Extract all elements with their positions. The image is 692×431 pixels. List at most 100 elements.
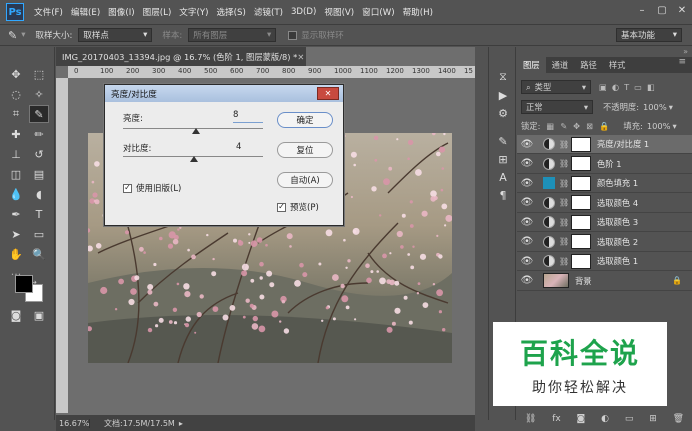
fill-value[interactable]: 100% (647, 121, 671, 131)
eyedropper-tool-icon[interactable]: ✎ (29, 105, 49, 123)
menu-layer[interactable]: 图层(L) (143, 6, 172, 18)
quick-mask-icon[interactable]: ◙ (6, 306, 26, 324)
contrast-slider-thumb[interactable] (190, 156, 199, 162)
mask-link-icon[interactable]: ⛓ (559, 218, 569, 227)
tool-preset-arrow-icon[interactable]: ▾ (21, 30, 25, 40)
document-tab[interactable]: IMG_20170403_13394.jpg @ 16.7% (色阶 1, 图层… (56, 47, 306, 66)
new-adjustment-icon[interactable]: ◐ (601, 414, 609, 424)
layer-mask-thumbnail[interactable] (571, 253, 591, 269)
menu-edit[interactable]: 编辑(E) (71, 6, 100, 18)
layer-mask-thumbnail[interactable] (571, 234, 591, 249)
reset-button[interactable]: 复位 (277, 142, 333, 158)
mask-link-icon[interactable]: ⛓ (559, 179, 569, 188)
link-layers-icon[interactable]: ⛓ (525, 414, 536, 424)
preview-checkbox[interactable]: ✓ 预览(P) (277, 201, 319, 213)
menu-help[interactable]: 帮助(H) (403, 6, 433, 18)
layer-row[interactable]: 👁 ⛓ 选取颜色 1 (517, 252, 692, 271)
panel-menu-icon[interactable]: ≡ (678, 57, 686, 73)
crop-tool-icon[interactable]: ⌗ (6, 105, 26, 123)
hand-tool-icon[interactable]: ✋ (6, 245, 26, 263)
new-layer-icon[interactable]: ⊞ (649, 414, 657, 424)
workspace-select[interactable]: 基本功能 ▾ (616, 28, 682, 42)
layer-mask-thumbnail[interactable] (571, 156, 591, 171)
dodge-tool-icon[interactable]: ◖ (29, 185, 49, 203)
character-panel-icon[interactable]: A (494, 169, 512, 185)
quick-select-tool-icon[interactable]: ✧ (29, 85, 49, 103)
blur-tool-icon[interactable]: 💧 (6, 185, 26, 203)
document-info[interactable]: 文档:17.5M/17.5M (104, 418, 175, 429)
layer-mask-thumbnail[interactable] (571, 175, 591, 191)
mask-link-icon[interactable]: ⛓ (559, 237, 569, 246)
menu-window[interactable]: 窗口(W) (362, 6, 394, 18)
layer-row[interactable]: 👁 ⛓ 颜色填充 1 (517, 174, 692, 193)
eyedropper-tool-icon[interactable]: ✎ (8, 29, 17, 42)
ok-button[interactable]: 确定 (277, 112, 333, 128)
menu-file[interactable]: 文件(F) (34, 6, 63, 18)
marquee-tool-icon[interactable]: ⬚ (29, 65, 49, 83)
show-ring-checkbox[interactable] (288, 30, 298, 40)
layer-mask-thumbnail[interactable] (571, 195, 591, 210)
clone-source-panel-icon[interactable]: ⊞ (494, 151, 512, 167)
contrast-value[interactable]: 4 (236, 142, 241, 152)
layer-row[interactable]: 👁 背景 🔒 (517, 272, 692, 291)
opacity-arrow-icon[interactable]: ▾ (669, 102, 673, 112)
eraser-tool-icon[interactable]: ◫ (6, 165, 26, 183)
add-mask-icon[interactable]: ◙ (577, 414, 586, 424)
menu-view[interactable]: 视图(V) (324, 6, 354, 18)
brightness-slider-thumb[interactable] (191, 128, 200, 134)
dialog-close-button[interactable]: ✕ (317, 87, 339, 100)
sample-size-select[interactable]: 取样点 ▾ (78, 28, 153, 42)
tab-styles[interactable]: 样式 (603, 57, 632, 73)
trash-icon[interactable]: 🗑 (673, 414, 684, 424)
brush-panel-icon[interactable]: ✎ (494, 133, 512, 149)
layer-row[interactable]: 👁 ⛓ 亮度/对比度 1 (517, 135, 692, 154)
clone-stamp-tool-icon[interactable]: ⊥ (6, 145, 26, 163)
screen-mode-icon[interactable]: ▣ (29, 306, 49, 324)
mask-link-icon[interactable]: ⛓ (559, 159, 569, 168)
sample-select[interactable]: 所有图层 ▾ (188, 28, 277, 42)
legacy-checkbox[interactable]: ✓ 使用旧版(L) (123, 182, 181, 194)
mask-link-icon[interactable]: ⛓ (559, 257, 569, 266)
menu-image[interactable]: 图像(I) (108, 6, 134, 18)
menu-filter[interactable]: 滤镜(T) (254, 6, 283, 18)
visibility-eye-icon[interactable]: 👁 (517, 275, 537, 286)
new-group-icon[interactable]: ▭ (625, 414, 634, 424)
tab-layers[interactable]: 图层 (517, 57, 546, 73)
visibility-eye-icon[interactable]: 👁 (517, 256, 537, 267)
status-menu-arrow-icon[interactable]: ▸ (179, 419, 183, 428)
lasso-tool-icon[interactable]: ◌ (6, 85, 26, 103)
collapse-panel-icon[interactable]: » (683, 47, 688, 56)
mask-link-icon[interactable]: ⛓ (559, 198, 569, 207)
path-select-tool-icon[interactable]: ➤ (6, 225, 26, 243)
shape-tool-icon[interactable]: ▭ (29, 225, 49, 243)
menu-3d[interactable]: 3D(D) (291, 7, 316, 17)
brush-tool-icon[interactable]: ✏ (29, 125, 49, 143)
visibility-eye-icon[interactable]: 👁 (517, 139, 537, 150)
brightness-input[interactable]: 8 (233, 110, 263, 123)
layer-row[interactable]: 👁 ⛓ 选取颜色 3 (517, 213, 692, 232)
zoom-level[interactable]: 16.67% (56, 418, 90, 428)
visibility-eye-icon[interactable]: 👁 (517, 197, 537, 208)
close-tab-icon[interactable]: ✕ (297, 52, 304, 62)
layer-mask-thumbnail[interactable] (571, 136, 591, 152)
opacity-value[interactable]: 100% (643, 102, 667, 112)
fx-icon[interactable]: fx (552, 414, 561, 424)
pen-tool-icon[interactable]: ✒ (6, 205, 26, 223)
menu-select[interactable]: 选择(S) (216, 6, 245, 18)
visibility-eye-icon[interactable]: 👁 (517, 158, 537, 169)
blend-mode-select[interactable]: 正常 ▾ (521, 100, 593, 114)
layer-mask-thumbnail[interactable] (571, 214, 591, 230)
tab-paths[interactable]: 路径 (574, 57, 603, 73)
history-panel-icon[interactable]: ⧖ (494, 69, 512, 85)
close-icon[interactable]: ✕ (672, 0, 692, 20)
layer-row[interactable]: 👁 ⛓ 选取颜色 4 (517, 194, 692, 213)
visibility-eye-icon[interactable]: 👁 (517, 178, 537, 189)
visibility-eye-icon[interactable]: 👁 (517, 236, 537, 247)
lock-icons[interactable]: ▦✎✥⊠🔒 (546, 121, 615, 132)
move-tool-icon[interactable]: ✥ (6, 65, 26, 83)
healing-brush-tool-icon[interactable]: ✚ (6, 125, 26, 143)
zoom-tool-icon[interactable]: 🔍 (29, 245, 49, 263)
actions-panel-icon[interactable]: ▶ (494, 87, 512, 103)
menu-type[interactable]: 文字(Y) (179, 6, 208, 18)
foreground-color-swatch[interactable] (15, 275, 33, 293)
